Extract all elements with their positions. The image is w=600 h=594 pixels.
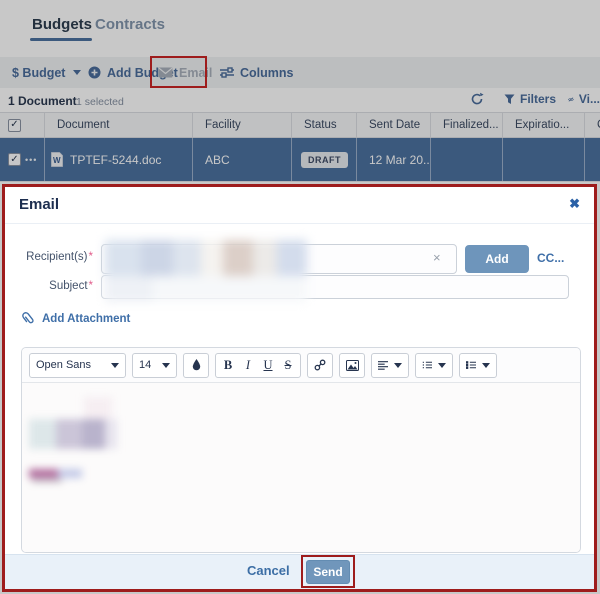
chevron-down-icon bbox=[162, 363, 170, 368]
font-family-value: Open Sans bbox=[36, 359, 91, 371]
recipients-input[interactable] bbox=[101, 244, 457, 274]
modal-title: Email bbox=[19, 196, 59, 213]
strikethrough-button[interactable]: S bbox=[278, 358, 298, 373]
subject-label-text: Subject bbox=[49, 280, 87, 292]
paperclip-icon bbox=[18, 308, 38, 328]
chevron-down-icon bbox=[438, 363, 446, 368]
clear-recipient-icon[interactable]: × bbox=[433, 250, 441, 265]
modal-footer: Cancel bbox=[5, 554, 594, 589]
ordered-list-select[interactable] bbox=[415, 353, 453, 378]
subject-label: Subject* bbox=[5, 280, 93, 292]
italic-button[interactable]: I bbox=[238, 358, 258, 373]
cancel-button[interactable]: Cancel bbox=[247, 563, 290, 578]
image-icon bbox=[346, 360, 359, 371]
align-left-icon bbox=[378, 360, 388, 370]
chevron-down-icon bbox=[482, 363, 490, 368]
text-color-button[interactable] bbox=[183, 353, 209, 378]
annotation-box-email-button bbox=[150, 56, 207, 88]
add-attachment-button[interactable]: Add Attachment bbox=[21, 311, 130, 326]
chevron-down-icon bbox=[394, 363, 402, 368]
cc-link[interactable]: CC... bbox=[537, 251, 564, 265]
font-size-select[interactable]: 14 bbox=[132, 353, 177, 378]
text-style-group: B I U S bbox=[215, 353, 301, 378]
required-mark: * bbox=[89, 251, 93, 263]
redacted-body-blur bbox=[22, 383, 580, 553]
underline-button[interactable]: U bbox=[258, 358, 278, 373]
app-screen: Budgets Contracts $ Budget Add Budget Em… bbox=[0, 0, 600, 594]
droplet-icon bbox=[192, 359, 201, 371]
modal-header-divider bbox=[5, 223, 594, 224]
bullet-list-select[interactable] bbox=[459, 353, 497, 378]
bold-button[interactable]: B bbox=[218, 358, 238, 373]
subject-input[interactable] bbox=[101, 275, 569, 299]
send-button[interactable]: Send bbox=[306, 560, 350, 584]
ordered-list-icon bbox=[422, 360, 432, 370]
insert-image-button[interactable] bbox=[339, 353, 365, 378]
editor-toolbar: Open Sans 14 B I U S bbox=[22, 348, 580, 383]
recipients-label-text: Recipient(s) bbox=[26, 251, 87, 263]
email-modal: Email ✖ Recipient(s)* × Add CC... Subjec… bbox=[2, 184, 597, 592]
add-recipient-button[interactable]: Add bbox=[465, 245, 529, 273]
rich-text-editor: Open Sans 14 B I U S bbox=[21, 347, 581, 553]
required-mark: * bbox=[89, 280, 93, 292]
recipients-label: Recipient(s)* bbox=[5, 251, 93, 263]
bullet-list-icon bbox=[466, 360, 476, 370]
chevron-down-icon bbox=[111, 363, 119, 368]
close-icon[interactable]: ✖ bbox=[569, 196, 580, 212]
insert-link-button[interactable] bbox=[307, 353, 333, 378]
font-family-select[interactable]: Open Sans bbox=[29, 353, 126, 378]
link-icon bbox=[314, 359, 326, 371]
font-size-value: 14 bbox=[139, 359, 151, 371]
editor-body[interactable] bbox=[22, 383, 580, 553]
text-align-select[interactable] bbox=[371, 353, 409, 378]
add-attachment-label: Add Attachment bbox=[42, 313, 130, 325]
